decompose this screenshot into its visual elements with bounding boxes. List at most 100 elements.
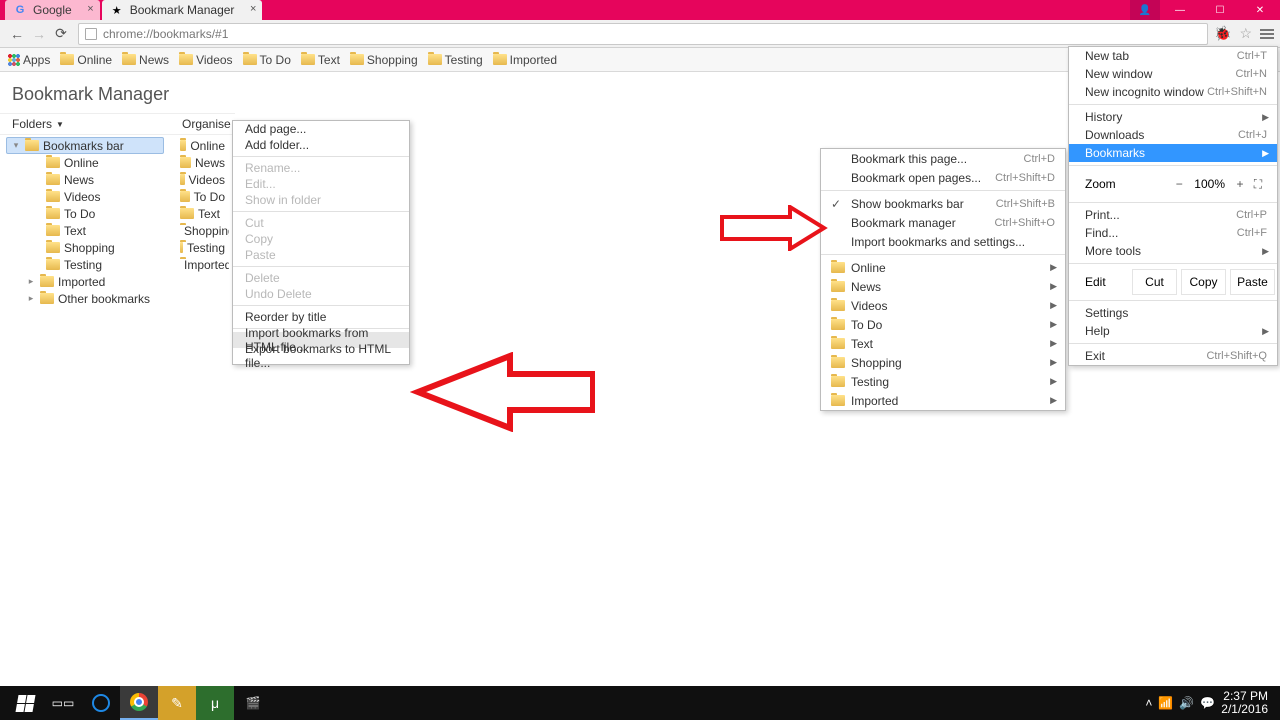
list-item[interactable]: Online — [176, 137, 229, 154]
zoom-out-button[interactable]: − — [1170, 177, 1188, 191]
bm-shopping[interactable]: Shopping — [350, 53, 418, 67]
chevron-right-icon: ▶ — [1050, 357, 1057, 368]
menu-help[interactable]: Help▶ — [1069, 322, 1277, 340]
menu-print[interactable]: Print...Ctrl+P — [1069, 206, 1277, 224]
menu-exit[interactable]: ExitCtrl+Shift+Q — [1069, 347, 1277, 365]
tree-bookmarks-bar[interactable]: ▾ Bookmarks bar — [6, 137, 164, 154]
app-icon[interactable]: ✎ — [158, 686, 196, 720]
close-icon[interactable]: × — [87, 3, 93, 15]
navigation-bar: ← → ⟳ chrome://bookmarks/#1 🐞 ☆ — [0, 20, 1280, 48]
menu-new-incognito[interactable]: New incognito windowCtrl+Shift+N — [1069, 83, 1277, 101]
maximize-button[interactable]: ☐ — [1200, 0, 1240, 20]
menu-show-bookmarks-bar[interactable]: ✓Show bookmarks barCtrl+Shift+B — [821, 194, 1065, 213]
list-item[interactable]: Videos — [176, 171, 229, 188]
bm-testing[interactable]: Testing — [428, 53, 483, 67]
tray-chevron-icon[interactable]: ˄ — [1145, 696, 1152, 710]
bm-news[interactable]: News — [122, 53, 169, 67]
list-item[interactable]: To Do — [176, 188, 229, 205]
start-button[interactable] — [6, 686, 44, 720]
menu-add-page[interactable]: Add page... — [233, 121, 409, 137]
address-bar[interactable]: chrome://bookmarks/#1 — [78, 23, 1208, 45]
menu-history[interactable]: History▶ — [1069, 108, 1277, 126]
menu-reorder[interactable]: Reorder by title — [233, 309, 409, 325]
google-favicon: G — [13, 3, 27, 17]
fullscreen-button[interactable]: ⛶ — [1249, 177, 1267, 192]
menu-paste[interactable]: Paste — [1230, 269, 1275, 295]
menu-copy[interactable]: Copy — [1181, 269, 1226, 295]
collapse-icon[interactable]: ▾ — [11, 140, 21, 151]
tray-notifications-icon[interactable]: 💬 — [1200, 696, 1215, 710]
menu-folder-testing[interactable]: Testing▶ — [821, 372, 1065, 391]
chrome-icon[interactable] — [120, 686, 158, 720]
minimize-button[interactable]: — — [1160, 0, 1200, 20]
system-clock[interactable]: 2:37 PM 2/1/2016 — [1221, 690, 1274, 716]
bm-videos[interactable]: Videos — [179, 53, 232, 67]
menu-more-tools[interactable]: More tools▶ — [1069, 242, 1277, 260]
menu-new-tab[interactable]: New tabCtrl+T — [1069, 47, 1277, 65]
menu-bookmark-manager[interactable]: Bookmark managerCtrl+Shift+O — [821, 213, 1065, 232]
menu-folder-imported[interactable]: Imported▶ — [821, 391, 1065, 410]
menu-folder-shopping[interactable]: Shopping▶ — [821, 353, 1065, 372]
tree-other-bookmarks[interactable]: ▸Other bookmarks — [6, 290, 164, 307]
folders-header[interactable]: Folders▼ — [0, 113, 170, 135]
menu-downloads[interactable]: DownloadsCtrl+J — [1069, 126, 1277, 144]
main-menu-button[interactable] — [1260, 27, 1274, 41]
forward-button[interactable]: → — [28, 23, 50, 45]
close-icon[interactable]: × — [250, 3, 256, 15]
menu-new-window[interactable]: New windowCtrl+N — [1069, 65, 1277, 83]
menu-folder-text[interactable]: Text▶ — [821, 334, 1065, 353]
list-item[interactable]: Testing — [176, 239, 229, 256]
tree-item[interactable]: Text — [6, 222, 164, 239]
tree-item[interactable]: Testing — [6, 256, 164, 273]
zoom-in-button[interactable]: + — [1231, 177, 1249, 191]
star-icon[interactable]: ☆ — [1239, 25, 1252, 42]
tree-item[interactable]: Shopping — [6, 239, 164, 256]
organise-header[interactable]: Organise▼ — [170, 113, 235, 135]
bm-imported[interactable]: Imported — [493, 53, 557, 67]
tree-item[interactable]: News — [6, 171, 164, 188]
tree-item[interactable]: Videos — [6, 188, 164, 205]
menu-folder-todo[interactable]: To Do▶ — [821, 315, 1065, 334]
menu-bookmarks[interactable]: Bookmarks▶ — [1069, 144, 1277, 162]
menu-add-folder[interactable]: Add folder... — [233, 137, 409, 153]
menu-folder-online[interactable]: Online▶ — [821, 258, 1065, 277]
bm-text[interactable]: Text — [301, 53, 340, 67]
list-item[interactable]: News — [176, 154, 229, 171]
menu-find[interactable]: Find...Ctrl+F — [1069, 224, 1277, 242]
list-item[interactable]: Text — [176, 205, 229, 222]
menu-import-bookmarks[interactable]: Import bookmarks and settings... — [821, 232, 1065, 251]
tab-bmm-label: Bookmark Manager — [130, 3, 235, 17]
app-icon[interactable]: 🎬 — [234, 686, 272, 720]
tray-volume-icon[interactable]: 🔊 — [1179, 696, 1194, 710]
menu-bookmark-open-pages[interactable]: Bookmark open pages...Ctrl+Shift+D — [821, 168, 1065, 187]
edge-icon[interactable] — [82, 686, 120, 720]
tab-bookmark-manager[interactable]: ★ Bookmark Manager × — [102, 0, 263, 20]
expand-icon[interactable]: ▸ — [26, 293, 36, 304]
list-item[interactable]: Imported — [176, 256, 229, 273]
bm-online[interactable]: Online — [60, 53, 112, 67]
extension-icon[interactable]: 🐞 — [1214, 25, 1231, 42]
tree-item[interactable]: To Do — [6, 205, 164, 222]
menu-settings[interactable]: Settings — [1069, 304, 1277, 322]
menu-export-html[interactable]: Export bookmarks to HTML file... — [233, 348, 409, 364]
bm-todo[interactable]: To Do — [243, 53, 291, 67]
menu-folder-videos[interactable]: Videos▶ — [821, 296, 1065, 315]
menu-bookmark-this-page[interactable]: Bookmark this page...Ctrl+D — [821, 149, 1065, 168]
task-view-button[interactable]: ▭▭ — [44, 686, 82, 720]
content-panel: Organise▼ Online News Videos To Do Text … — [170, 111, 235, 685]
profile-icon[interactable]: 👤 — [1130, 0, 1160, 20]
close-button[interactable]: ✕ — [1240, 0, 1280, 20]
menu-folder-news[interactable]: News▶ — [821, 277, 1065, 296]
reload-button[interactable]: ⟳ — [50, 23, 72, 45]
menu-cut[interactable]: Cut — [1132, 269, 1177, 295]
app-icon[interactable]: μ — [196, 686, 234, 720]
expand-icon[interactable]: ▸ — [26, 276, 36, 287]
tray-network-icon[interactable]: 📶 — [1158, 696, 1173, 710]
list-item[interactable]: Shopping — [176, 222, 229, 239]
tab-google[interactable]: G Google × — [5, 0, 100, 20]
apps-button[interactable]: Apps — [8, 53, 50, 67]
folder-icon — [40, 276, 54, 287]
tree-item[interactable]: ▸Imported — [6, 273, 164, 290]
tree-item[interactable]: Online — [6, 154, 164, 171]
back-button[interactable]: ← — [6, 23, 28, 45]
